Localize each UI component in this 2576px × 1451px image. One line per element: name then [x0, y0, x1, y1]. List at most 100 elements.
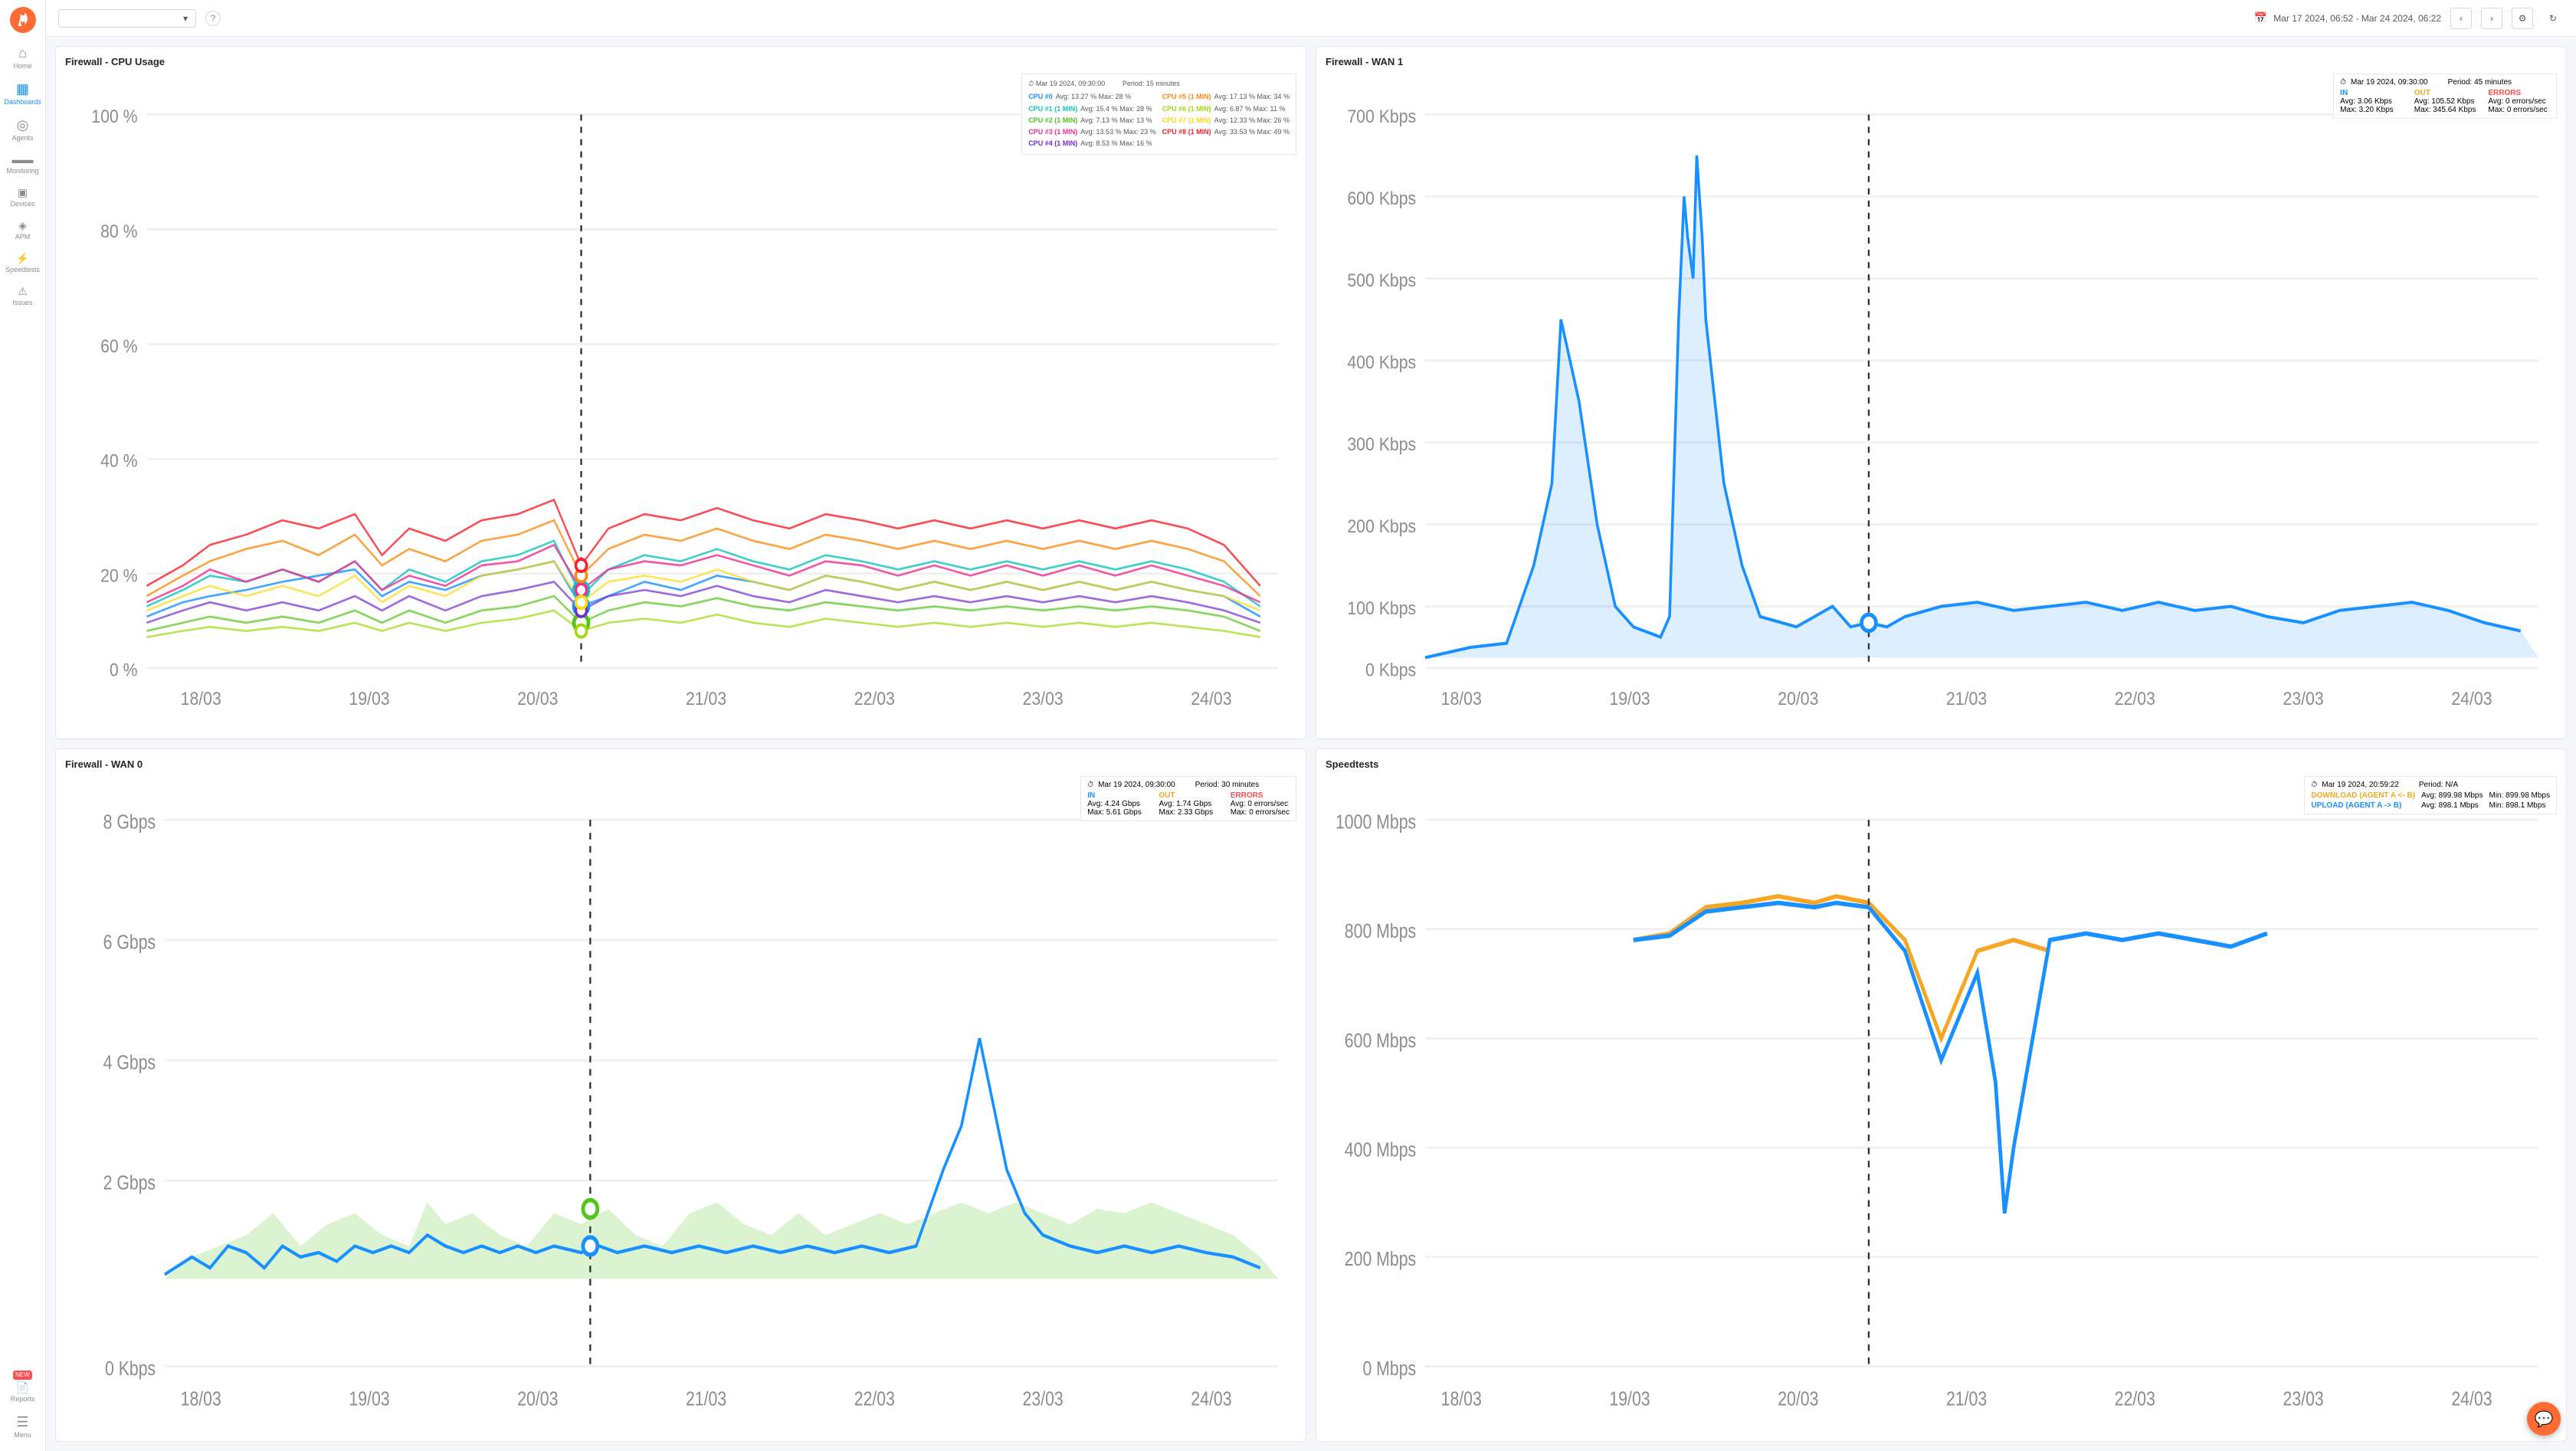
sidebar-item-home[interactable]: ⌂ Home	[0, 40, 45, 76]
svg-text:200 Mbps: 200 Mbps	[1345, 1248, 1416, 1269]
sidebar-item-devices[interactable]: ▣ Devices	[0, 181, 45, 214]
dashboard-grid: Firewall - CPU Usage 100 % 80 % 60 % 40 …	[46, 37, 2576, 1451]
issues-icon: ⚠	[18, 286, 28, 296]
legend-cpu5: CPU #5 (1 MIN) Avg: 17.13 % Max: 34 %	[1162, 91, 1290, 103]
legend-cpu3: CPU #3 (1 MIN) Avg: 13.53 % Max: 23 %	[1028, 126, 1155, 138]
chat-icon: 💬	[2535, 1410, 2554, 1429]
svg-text:20/03: 20/03	[517, 1388, 558, 1410]
wan1-err-avg: Avg: 0 errors/sec	[2488, 97, 2550, 106]
device-selector[interactable]: ▾	[58, 9, 196, 28]
header: ▾ ? 📅 Mar 17 2024, 06:52 - Mar 24 2024, …	[46, 0, 2576, 37]
svg-text:600 Kbps: 600 Kbps	[1347, 188, 1416, 209]
svg-text:80 %: 80 %	[100, 221, 137, 242]
sidebar-item-speedtests[interactable]: ⚡ Speedtests	[0, 247, 45, 280]
wan0-panel-title: Firewall - WAN 0	[65, 758, 1296, 770]
calendar-icon: 📅	[2254, 11, 2267, 25]
wan0-tooltip-time: Mar 19 2024, 09:30:00	[1098, 781, 1175, 789]
wan0-in-max: Max: 5.61 Gbps	[1087, 808, 1146, 817]
wan1-panel: Firewall - WAN 1 700 Kbps 600 Kbps 500 K…	[1316, 46, 2567, 739]
cpu1-label: CPU #1 (1 MIN)	[1028, 103, 1077, 115]
wan1-tooltip-header: ⏱ Mar 19 2024, 09:30:00 Period: 45 minut…	[2340, 78, 2550, 87]
ul-min: Min: 898.1 Mbps	[2489, 801, 2551, 810]
prev-button[interactable]: ‹	[2450, 8, 2472, 29]
settings-button[interactable]: ⚙	[2512, 8, 2533, 29]
sidebar-item-menu[interactable]: ☰ Menu	[0, 1409, 45, 1445]
cpu-legend: ⏱ Mar 19 2024, 09:30:00 Period: 15 minut…	[1021, 74, 1296, 155]
speedtest-tooltip-period: Period: N/A	[2419, 781, 2458, 789]
cpu-tooltip-time: Mar 19 2024, 09:30:00	[1036, 80, 1106, 87]
svg-text:40 %: 40 %	[100, 450, 137, 471]
cpu2-stats: Avg: 7.13 % Max: 13 %	[1080, 115, 1152, 126]
speedtest-legend: ⏱ Mar 19 2024, 20:59:22 Period: N/A DOWN…	[2304, 776, 2557, 814]
dl-min: Min: 899.98 Mbps	[2489, 791, 2551, 800]
svg-text:19/03: 19/03	[1609, 1388, 1650, 1410]
svg-text:600 Mbps: 600 Mbps	[1345, 1030, 1416, 1051]
svg-text:19/03: 19/03	[349, 1388, 389, 1410]
svg-text:20/03: 20/03	[517, 688, 558, 709]
refresh-button[interactable]: ↻	[2542, 8, 2564, 29]
wan0-out-header: OUT	[1159, 791, 1218, 800]
wan1-in-header: IN	[2340, 89, 2402, 97]
cpu8-stats: Avg: 33.53 % Max: 49 %	[1214, 126, 1290, 138]
wan0-tooltip-period: Period: 30 minutes	[1195, 781, 1259, 789]
next-button[interactable]: ›	[2481, 8, 2502, 29]
svg-text:800 Mbps: 800 Mbps	[1345, 920, 1416, 942]
wan0-in-header: IN	[1087, 791, 1146, 800]
svg-text:100 %: 100 %	[91, 106, 137, 127]
new-badge: NEW	[13, 1371, 32, 1380]
svg-text:4 Gbps: 4 Gbps	[103, 1051, 156, 1073]
speedtests-chart-area: 1000 Mbps 800 Mbps 600 Mbps 400 Mbps 200…	[1326, 776, 2557, 1432]
cpu1-stats: Avg: 15.4 % Max: 28 %	[1080, 103, 1152, 115]
speedtests-panel: Speedtests 1000 Mbps 800 Mbps 600 Mbps 4…	[1316, 748, 2567, 1442]
svg-text:19/03: 19/03	[1609, 688, 1650, 709]
cpu-tooltip-period: Period: 15 minutes	[1122, 80, 1180, 87]
svg-text:21/03: 21/03	[686, 688, 726, 709]
speedtests-icon: ⚡	[16, 253, 29, 264]
legend-cpu6: CPU #6 (1 MIN) Avg: 6.87 % Max: 11 %	[1162, 103, 1290, 115]
sidebar-label-apm: APM	[15, 233, 31, 241]
svg-text:0 Mbps: 0 Mbps	[1362, 1358, 1416, 1379]
cpu5-label: CPU #5 (1 MIN)	[1162, 91, 1211, 103]
cpu3-label: CPU #3 (1 MIN)	[1028, 126, 1077, 138]
svg-text:20/03: 20/03	[1778, 688, 1818, 709]
chevron-right-icon: ›	[2490, 13, 2493, 24]
speedtest-tooltip-header: ⏱ Mar 19 2024, 20:59:22 Period: N/A	[2311, 781, 2550, 789]
svg-text:8 Gbps: 8 Gbps	[103, 811, 156, 833]
svg-text:20/03: 20/03	[1778, 1388, 1818, 1410]
legend-cpu0: CPU #0 Avg: 13.27 % Max: 28 %	[1028, 91, 1155, 103]
sidebar-item-apm[interactable]: ◈ APM	[0, 214, 45, 247]
dashboards-icon: ▦	[16, 82, 29, 96]
cpu5-stats: Avg: 17.13 % Max: 34 %	[1214, 91, 1290, 103]
sidebar-item-agents[interactable]: ◎ Agents	[0, 112, 45, 148]
cpu-chart-svg: 100 % 80 % 60 % 40 % 20 % 0 %	[65, 74, 1296, 729]
svg-text:22/03: 22/03	[2115, 1388, 2155, 1410]
sidebar-label-home: Home	[13, 62, 31, 70]
svg-text:6 Gbps: 6 Gbps	[103, 932, 156, 953]
sidebar-item-monitoring[interactable]: ▬▬ Monitoring	[0, 148, 45, 181]
help-button[interactable]: ?	[205, 11, 221, 26]
svg-text:400 Kbps: 400 Kbps	[1347, 352, 1416, 373]
svg-text:20 %: 20 %	[100, 565, 137, 586]
svg-text:0 Kbps: 0 Kbps	[105, 1358, 156, 1379]
chat-button[interactable]: 💬	[2527, 1402, 2561, 1436]
wan0-tooltip-header: ⏱ Mar 19 2024, 09:30:00 Period: 30 minut…	[1087, 781, 1290, 789]
app-logo[interactable]	[9, 6, 37, 34]
wan1-chart-area: 700 Kbps 600 Kbps 500 Kbps 400 Kbps 300 …	[1326, 74, 2557, 729]
sidebar-label-speedtests: Speedtests	[5, 266, 40, 273]
svg-text:19/03: 19/03	[349, 688, 389, 709]
svg-text:400 Mbps: 400 Mbps	[1345, 1139, 1416, 1161]
sidebar-item-dashboards[interactable]: ▦ Dashboards	[0, 76, 45, 112]
monitoring-icon: ▬▬	[12, 154, 34, 165]
sidebar-item-issues[interactable]: ⚠ Issues	[0, 280, 45, 313]
svg-text:60 %: 60 %	[100, 336, 137, 357]
devices-icon: ▣	[18, 187, 28, 198]
svg-text:200 Kbps: 200 Kbps	[1347, 516, 1416, 537]
sidebar-item-reports[interactable]: NEW 📄 Reports	[0, 1364, 45, 1409]
ul-label: UPLOAD (AGENT A -> B)	[2311, 801, 2415, 810]
svg-text:23/03: 23/03	[2283, 688, 2324, 709]
svg-text:500 Kbps: 500 Kbps	[1347, 270, 1416, 291]
cpu4-label: CPU #4 (1 MIN)	[1028, 138, 1077, 149]
wan0-errors-header: ERRORS	[1231, 791, 1290, 800]
home-icon: ⌂	[18, 46, 27, 60]
cpu-chart-area: 100 % 80 % 60 % 40 % 20 % 0 %	[65, 74, 1296, 729]
